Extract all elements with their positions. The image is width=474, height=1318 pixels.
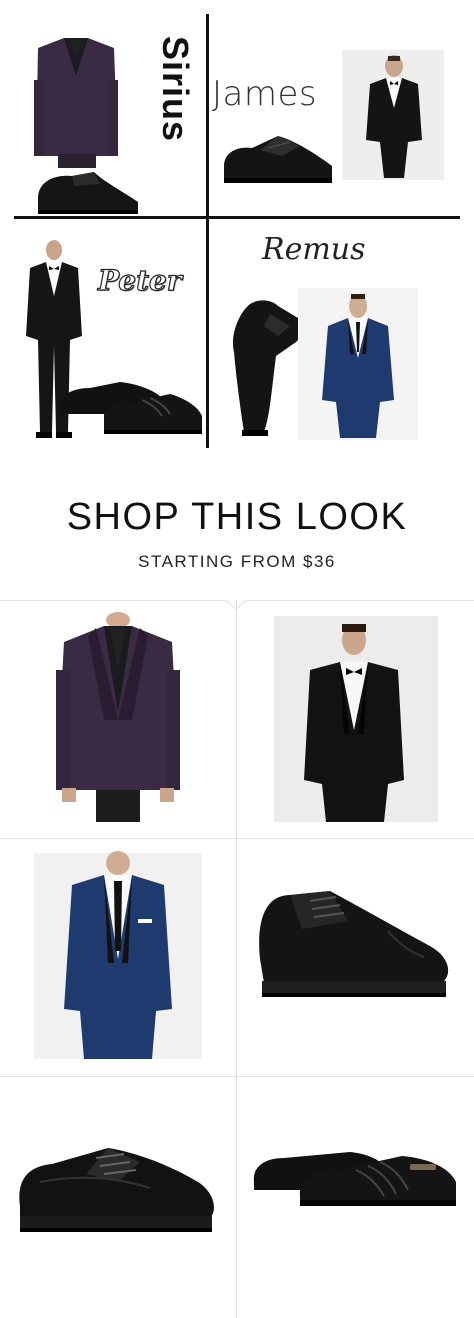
purple-tuxedo-jacket-image [56, 612, 180, 822]
product-black-lace-up-oxford[interactable] [0, 1078, 236, 1316]
black-lace-up-oxford-image [19, 1148, 214, 1232]
product-black-cap-toe-oxford[interactable] [238, 839, 474, 1077]
shop-subtitle: STARTING FROM $36 [138, 552, 336, 571]
black-tuxedo-model-image [274, 616, 438, 822]
name-sirius: Sirius [155, 36, 196, 143]
collage: Sirius James Peter Remus [0, 0, 474, 460]
navy-tuxedo-image [34, 851, 202, 1059]
name-remus: Remus [262, 232, 366, 267]
collage-divider-horizontal [14, 216, 460, 219]
product-navy-tuxedo[interactable] [0, 839, 236, 1077]
sirius-suit-photo [28, 36, 124, 168]
product-black-slip-on-shoe[interactable] [238, 1078, 474, 1316]
james-shoe-photo [224, 136, 332, 183]
product-purple-tuxedo-jacket[interactable] [0, 600, 236, 838]
peter-shoes-photo [60, 382, 202, 434]
sirius-shoe-photo [38, 172, 138, 214]
shop-title: SHOP THIS LOOK [66, 496, 408, 538]
product-black-tuxedo-model[interactable] [238, 600, 474, 838]
black-slip-on-shoe-image [253, 1152, 456, 1206]
collage-divider-vertical [206, 14, 209, 448]
remus-model-photo [298, 288, 418, 440]
remus-shoe-photo [232, 300, 304, 436]
james-model-photo [342, 50, 444, 180]
name-james: James [212, 74, 318, 114]
black-cap-toe-oxford-image [259, 891, 449, 997]
name-peter: Peter [97, 263, 182, 297]
grid-line [236, 600, 237, 1318]
product-grid [0, 599, 474, 1318]
